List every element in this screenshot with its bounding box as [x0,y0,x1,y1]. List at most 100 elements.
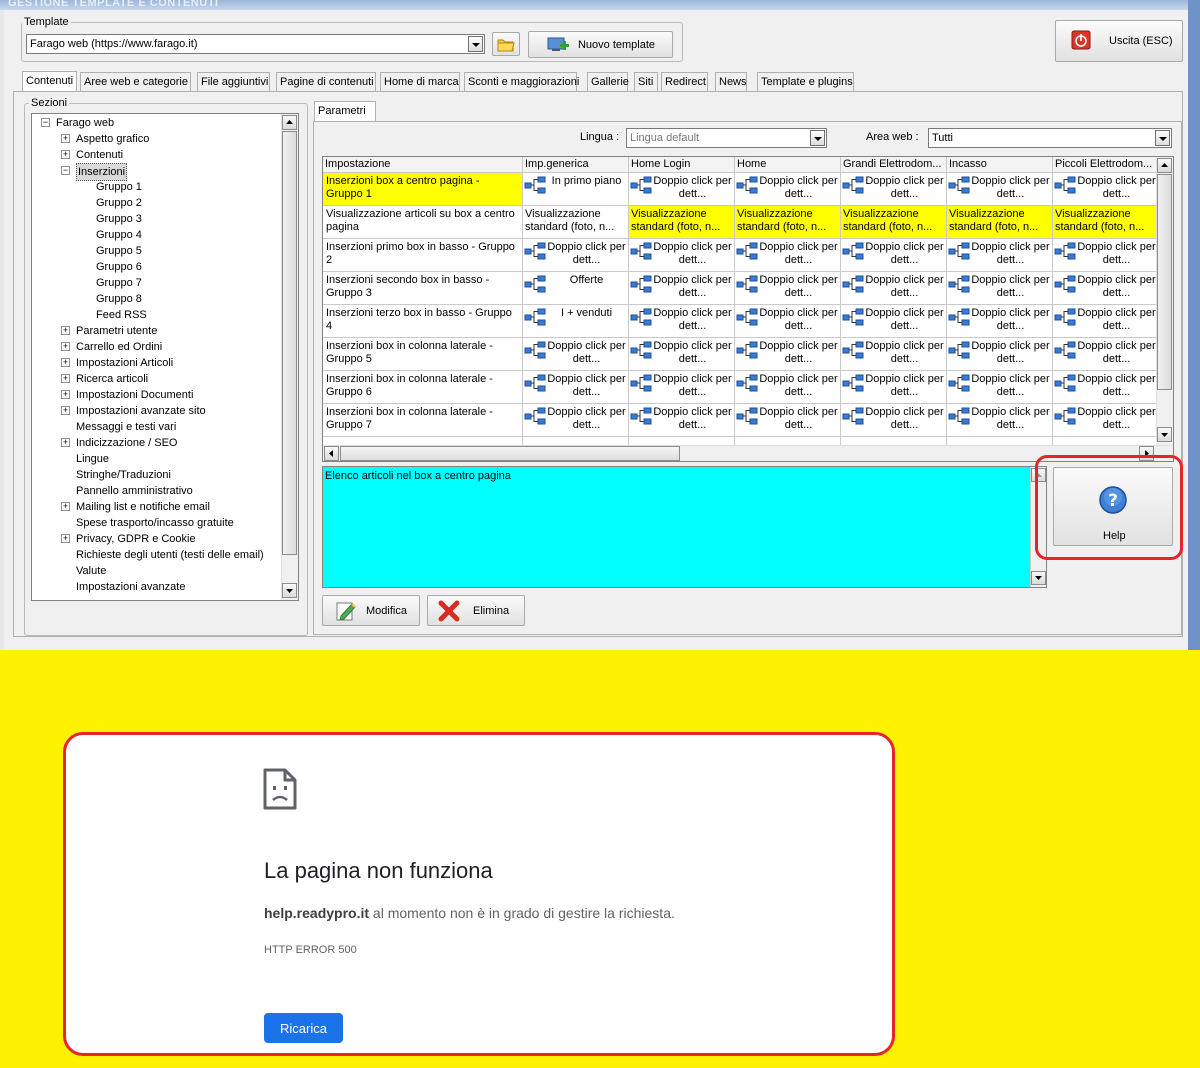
setting-value-cell[interactable]: Doppio click per dett... [629,272,735,305]
setting-value-cell[interactable]: Doppio click per dett... [629,305,735,338]
setting-value-cell[interactable]: Doppio click per dett... [629,338,735,371]
setting-value-cell[interactable]: Doppio click per dett... [523,404,629,437]
grid-scroll-thumb[interactable] [1157,174,1172,390]
grid-vscroll[interactable] [1156,157,1173,445]
expand-icon[interactable]: + [61,358,70,367]
collapse-icon[interactable]: − [41,118,50,127]
setting-value-cell[interactable]: Doppio click per dett... [947,272,1053,305]
setting-value-cell[interactable]: Doppio click per dett... [735,239,841,272]
tab-redirect[interactable]: Redirect [661,72,708,92]
setting-value-cell[interactable]: Doppio click per dett... [735,371,841,404]
expand-icon[interactable]: + [61,342,70,351]
column-header[interactable]: Impostazione [323,157,523,173]
setting-value-cell[interactable]: Visualizzazione standard (foto, n... [841,206,947,239]
description-memo[interactable]: Elenco articoli nel box a centro pagina [322,466,1047,588]
setting-value-cell[interactable]: In primo piano [523,173,629,206]
setting-name-cell[interactable]: Inserzioni secondo box in basso - Gruppo… [323,272,523,305]
chevron-down-icon[interactable] [468,36,483,52]
expand-icon[interactable]: + [61,134,70,143]
lingua-select[interactable]: Lingua default [626,128,827,148]
setting-value-cell[interactable]: Doppio click per dett... [629,404,735,437]
tab-pagine-contenuti[interactable]: Pagine di contenuti [276,72,376,92]
setting-value-cell[interactable]: Doppio click per dett... [523,371,629,404]
setting-name-cell[interactable]: Inserzioni box a centro pagina - Gruppo … [323,173,523,206]
column-header[interactable]: Grandi Elettrodom... [841,157,947,173]
open-folder-button[interactable] [492,32,520,56]
setting-value-cell[interactable]: Doppio click per dett... [735,338,841,371]
setting-value-cell[interactable]: Doppio click per dett... [947,173,1053,206]
chevron-down-icon[interactable] [810,130,825,146]
setting-value-cell[interactable]: Offerte [523,272,629,305]
expand-icon[interactable]: + [61,374,70,383]
memo-scroll-down[interactable] [1031,571,1046,585]
setting-value-cell[interactable]: Visualizzazione standard (foto, n... [523,206,629,239]
setting-name-cell[interactable]: Inserzioni box in colonna laterale - Gru… [323,338,523,371]
parameters-grid[interactable]: Impostazione Imp.generica Home Login Home Gr… [322,156,1174,462]
grid-scroll-left[interactable] [324,446,339,461]
expand-icon[interactable]: + [61,406,70,415]
setting-value-cell[interactable]: Doppio click per dett... [947,338,1053,371]
tree-scrollbar[interactable] [281,114,298,600]
setting-value-cell[interactable]: Doppio click per dett... [735,173,841,206]
tab-contenuti[interactable]: Contenuti [22,71,77,93]
setting-value-cell[interactable]: Doppio click per dett... [841,371,947,404]
tab-gallerie[interactable]: Gallerie [587,72,629,92]
setting-value-cell[interactable]: Doppio click per dett... [735,305,841,338]
setting-value-cell[interactable]: Visualizzazione standard (foto, n... [1053,206,1159,239]
reload-button[interactable]: Ricarica [264,1013,343,1043]
setting-value-cell[interactable]: Visualizzazione standard (foto, n... [947,206,1053,239]
setting-value-cell[interactable]: Doppio click per dett... [1053,272,1159,305]
area-web-select[interactable]: Tutti [928,128,1172,148]
setting-value-cell[interactable]: Doppio click per dett... [841,272,947,305]
expand-icon[interactable]: + [61,502,70,511]
tab-home-marca[interactable]: Home di marca [380,72,460,92]
scroll-thumb[interactable] [282,131,297,555]
setting-value-cell[interactable]: Doppio click per dett... [1053,239,1159,272]
setting-value-cell[interactable]: Doppio click per dett... [629,173,735,206]
template-select[interactable]: Farago web (https://www.farago.it) [26,34,485,54]
setting-value-cell[interactable]: Doppio click per dett... [1053,404,1159,437]
setting-value-cell[interactable]: I + venduti [523,305,629,338]
grid-scroll-down[interactable] [1157,427,1172,442]
setting-value-cell[interactable]: Doppio click per dett... [629,239,735,272]
scroll-down-button[interactable] [282,583,297,598]
column-header[interactable]: Imp.generica [523,157,629,173]
tab-parametri[interactable]: Parametri [314,101,376,123]
setting-value-cell[interactable]: Doppio click per dett... [947,305,1053,338]
new-template-button[interactable]: Nuovo template [528,31,673,58]
tab-news[interactable]: News [715,72,747,92]
column-header[interactable]: Piccoli Elettrodom... [1053,157,1159,173]
setting-value-cell[interactable]: Doppio click per dett... [841,404,947,437]
setting-value-cell[interactable]: Doppio click per dett... [523,338,629,371]
setting-name-cell[interactable]: Inserzioni terzo box in basso - Gruppo 4 [323,305,523,338]
setting-value-cell[interactable]: Doppio click per dett... [1053,371,1159,404]
setting-value-cell[interactable]: Doppio click per dett... [1053,338,1159,371]
column-header[interactable]: Incasso [947,157,1053,173]
setting-value-cell[interactable]: Doppio click per dett... [841,173,947,206]
expand-icon[interactable]: + [61,150,70,159]
expand-icon[interactable]: + [61,326,70,335]
grid-hscroll-thumb[interactable] [340,446,680,461]
setting-value-cell[interactable]: Visualizzazione standard (foto, n... [629,206,735,239]
setting-value-cell[interactable]: Doppio click per dett... [947,239,1053,272]
setting-name-cell[interactable]: Inserzioni box in colonna laterale - Gru… [323,404,523,437]
setting-value-cell[interactable]: Doppio click per dett... [841,338,947,371]
expand-icon[interactable]: + [61,534,70,543]
tab-sconti[interactable]: Sconti e maggiorazioni [464,72,579,92]
setting-name-cell[interactable]: Inserzioni primo box in basso - Gruppo 2 [323,239,523,272]
tab-file-aggiuntivi[interactable]: File aggiuntivi [197,72,270,92]
tab-template-plugins[interactable]: Template e plugins [757,72,854,92]
setting-value-cell[interactable]: Doppio click per dett... [841,305,947,338]
column-header[interactable]: Home [735,157,841,173]
setting-value-cell[interactable]: Doppio click per dett... [947,404,1053,437]
column-header[interactable]: Home Login [629,157,735,173]
exit-button[interactable]: Uscita (ESC) [1055,20,1183,62]
setting-value-cell[interactable]: Doppio click per dett... [629,371,735,404]
expand-icon[interactable]: + [61,390,70,399]
edit-button[interactable]: Modifica [322,595,420,626]
setting-value-cell[interactable]: Visualizzazione standard (foto, n... [735,206,841,239]
setting-value-cell[interactable]: Doppio click per dett... [523,239,629,272]
expand-icon[interactable]: + [61,438,70,447]
chevron-down-icon[interactable] [1155,130,1170,146]
collapse-icon[interactable]: − [61,166,70,175]
